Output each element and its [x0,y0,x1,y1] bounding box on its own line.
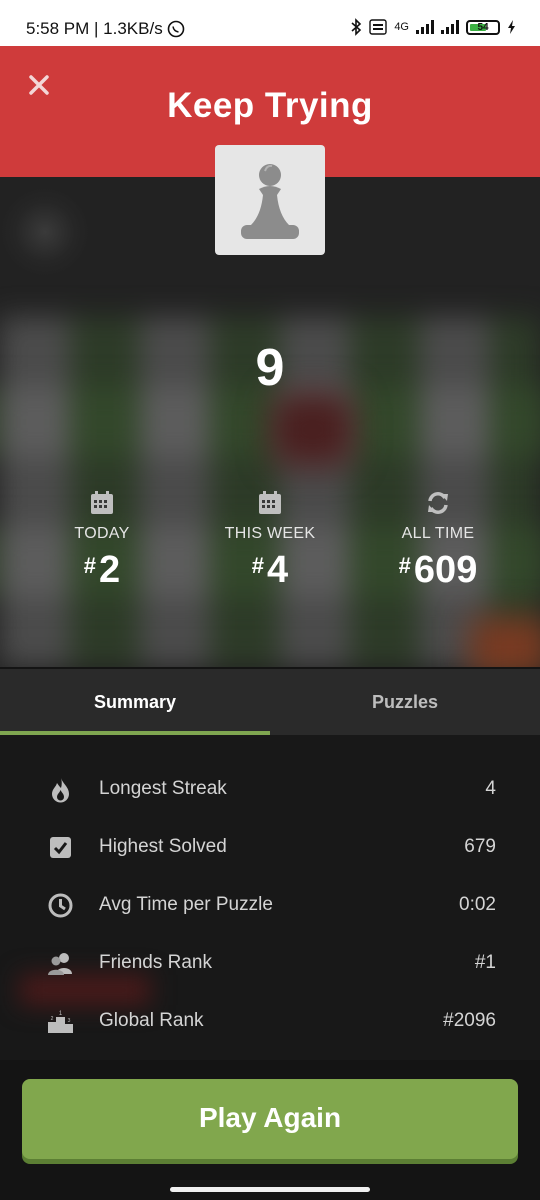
svg-text:3: 3 [68,1018,71,1024]
rank-this-week: THIS WEEK #4 [180,490,360,592]
stat-value: #1 [474,952,496,973]
stat-value: #2096 [443,1010,496,1031]
checkbox-icon [50,837,71,858]
podium-icon: 1 2 3 [48,1011,73,1033]
stat-label: Avg Time per Puzzle [99,894,273,915]
score: 9 [255,339,285,397]
battery-level: 54 [477,21,489,33]
signal-icon [416,20,434,34]
stat-label: Friends Rank [99,952,212,973]
rank-stats: TODAY #2 THIS WEEK #4 ALL TIME #609 [0,490,540,600]
bluetooth-icon [351,18,362,36]
charging-icon [508,20,515,34]
list-item: Avg Time per Puzzle 0:02 [0,876,540,934]
list-item: Longest Streak 4 [0,760,540,818]
stat-value: 0:02 [459,894,496,915]
whatsapp-icon [167,20,185,38]
status-right: 4G 54 [350,18,516,36]
pawn-icon [241,164,299,239]
svg-text:2: 2 [51,1016,54,1022]
network-type: 4G [394,21,409,33]
status-left: 5:58 PM | 1.3KB/s [26,19,185,39]
rank-value: #609 [398,549,478,591]
rank-value: #2 [83,549,121,591]
tab-puzzles[interactable]: Puzzles [270,669,540,735]
stat-value: 4 [485,778,496,799]
flame-icon [52,778,69,803]
calendar-icon [91,491,113,514]
svg-text:1: 1 [59,1011,63,1017]
refresh-icon [428,492,448,514]
gesture-nav-bar[interactable] [170,1187,370,1192]
battery-icon: 54 [466,19,500,35]
rank-today: TODAY #2 [12,490,192,592]
tab-summary[interactable]: Summary [0,669,270,735]
rank-all-time: ALL TIME #609 [348,490,528,592]
stat-label: Highest Solved [99,836,227,857]
list-item: Highest Solved 679 [0,818,540,876]
rank-value: #4 [251,549,289,591]
rank-label: ALL TIME [401,525,475,542]
signal-icon-2 [441,20,459,34]
rank-label: THIS WEEK [224,525,316,542]
page-title: Keep Trying [167,86,373,125]
status-time: 5:58 PM | 1.3KB/s [26,19,163,38]
friends-icon [48,953,72,975]
stat-label: Longest Streak [99,778,227,799]
list-item: Friends Rank #1 [0,934,540,992]
status-bar: 5:58 PM | 1.3KB/s 4G 54 [0,0,540,46]
stat-label: Global Rank [99,1010,204,1031]
rank-label: TODAY [74,525,130,542]
pawn-badge [215,145,325,255]
list-item: 1 2 3 Global Rank #2096 [0,992,540,1050]
stat-value: 679 [464,836,496,857]
clock-icon [48,893,73,918]
play-again-button[interactable]: Play Again [22,1079,518,1159]
calendar-icon [259,491,281,514]
summary-list: Longest Streak 4 Highest Solved 679 Avg … [0,735,540,1060]
volte-icon [369,19,388,35]
tab-bar: Summary Puzzles [0,669,540,735]
